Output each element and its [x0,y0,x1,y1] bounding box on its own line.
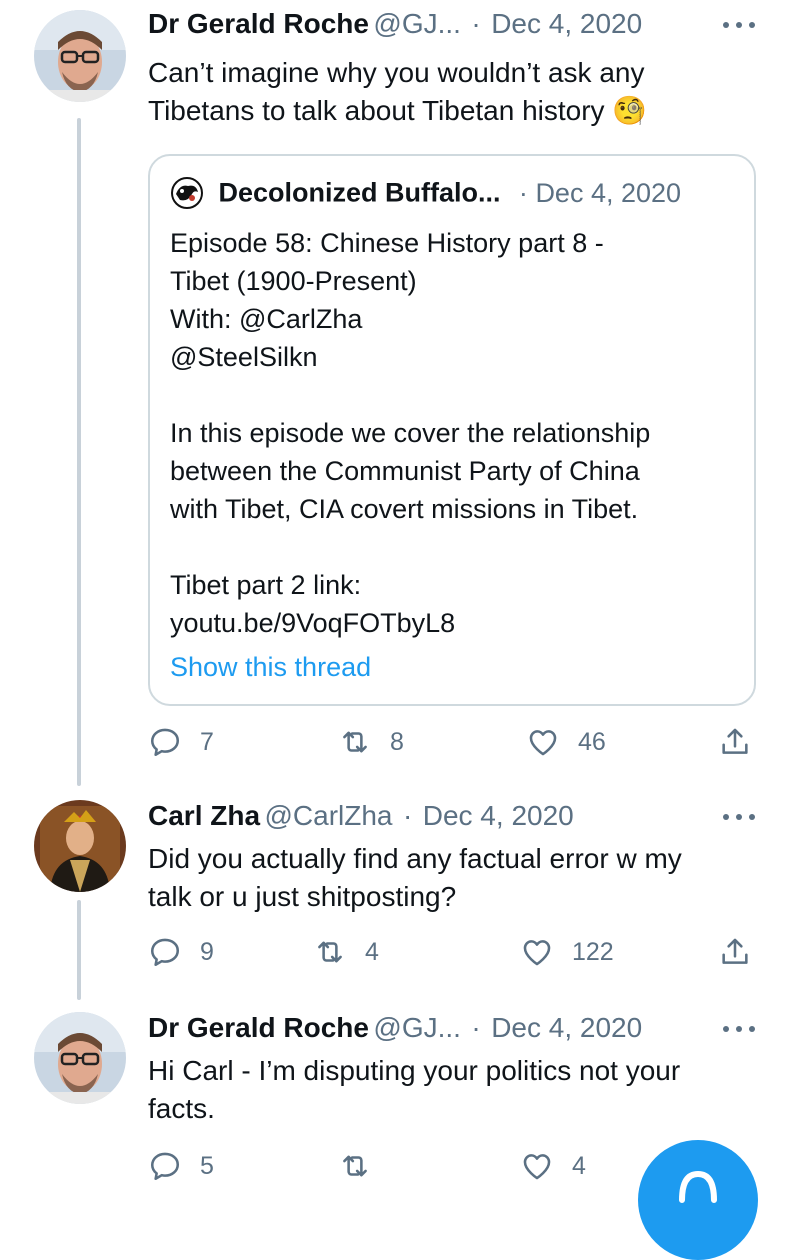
retweet-icon [343,1155,367,1177]
like-count: 46 [578,727,606,756]
author-name[interactable]: Dr Gerald Roche [148,8,369,39]
buffalo-logo-icon [170,176,204,210]
retweet-icon [343,731,367,753]
share-icon [722,728,748,754]
author-name[interactable]: Dr Gerald Roche [148,1012,369,1043]
tweet-header: Carl Zha @CarlZha · Dec 4, 2020 [148,800,791,844]
tweet-date[interactable]: Dec 4, 2020 [491,8,642,39]
quoted-tweet[interactable]: Decolonized Buffalo... · Dec 4, 2020 Epi… [148,154,756,706]
compose-icon [679,1170,717,1203]
more-icon[interactable] [723,14,757,34]
reply-button[interactable]: 5 [148,1144,214,1188]
author-handle[interactable]: @GJ... [373,1012,461,1043]
like-button[interactable]: 4 [520,1144,586,1188]
more-icon[interactable] [723,1018,757,1038]
heart-icon [523,940,551,966]
tweet-text: Can’t imagine why you wouldn’t ask any T… [148,54,751,130]
tweet-text: Did you actually find any factual error … [148,843,682,912]
separator: · [471,8,481,39]
heart-icon [529,730,557,756]
separator: · [471,1012,481,1043]
author-handle[interactable]: @CarlZha [264,800,392,831]
more-icon[interactable] [723,806,757,826]
avatar[interactable] [34,1012,126,1104]
person-glasses-avatar-icon [34,10,126,102]
quoted-author-name[interactable]: Decolonized Buffalo... [218,178,500,208]
like-button[interactable]: 122 [520,930,614,974]
retweet-button[interactable]: 4 [313,930,379,974]
share-button[interactable] [718,930,770,974]
tweet-actions: 9 4 122 [148,930,771,974]
tweet[interactable]: Dr Gerald Roche @GJ... · Dec 4, 2020 Can… [0,8,791,778]
tweet-date[interactable]: Dec 4, 2020 [491,1012,642,1043]
like-button[interactable]: 46 [526,720,606,764]
share-icon [722,938,748,964]
tweet-date[interactable]: Dec 4, 2020 [423,800,574,831]
compose-button[interactable] [638,1140,758,1260]
show-thread-link[interactable]: Show this thread [170,652,371,683]
reply-icon [150,938,180,967]
avatar[interactable] [34,800,126,892]
like-count: 122 [572,937,614,966]
retweet-icon [318,941,342,963]
tweet-actions: 7 8 46 [148,720,771,764]
tweet-text-content: Can’t imagine why you wouldn’t ask any T… [148,57,645,126]
author-handle[interactable]: @GJ... [373,8,461,39]
emoji: 🧐 [612,95,648,126]
reply-button[interactable]: 7 [148,720,214,764]
separator: · [518,177,528,208]
reply-count: 7 [200,727,214,756]
retweet-button[interactable]: 8 [338,720,404,764]
person-glasses-avatar-icon [34,1012,126,1104]
separator: · [402,800,413,831]
reply-button[interactable]: 9 [148,930,214,974]
author-name[interactable]: Carl Zha [148,800,260,831]
tweet-header: Dr Gerald Roche @GJ... · Dec 4, 2020 [148,1012,791,1056]
tweet-header: Dr Gerald Roche @GJ... · Dec 4, 2020 [148,8,791,52]
reply-count: 9 [200,937,214,966]
retweet-count: 4 [365,937,379,966]
heart-icon [523,1154,551,1180]
share-button[interactable] [718,720,770,764]
like-count: 4 [572,1151,586,1180]
tweet-text: Hi Carl - I’m disputing your politics no… [148,1055,681,1124]
avatar[interactable] [34,10,126,102]
quoted-date[interactable]: · Dec 4, 2020 [519,178,681,208]
quoted-text: Episode 58: Chinese History part 8 - Tib… [170,228,651,638]
portrait-avatar-icon [34,800,126,892]
reply-count: 5 [200,1151,214,1180]
quoted-tweet-header: Decolonized Buffalo... · Dec 4, 2020 [170,176,734,210]
reply-icon [150,728,180,757]
tweet[interactable]: Carl Zha @CarlZha · Dec 4, 2020 Did you … [0,800,791,990]
retweet-button[interactable] [338,1144,390,1188]
retweet-count: 8 [390,727,404,756]
reply-icon [150,1152,180,1181]
quoted-date-text: Dec 4, 2020 [535,177,682,208]
